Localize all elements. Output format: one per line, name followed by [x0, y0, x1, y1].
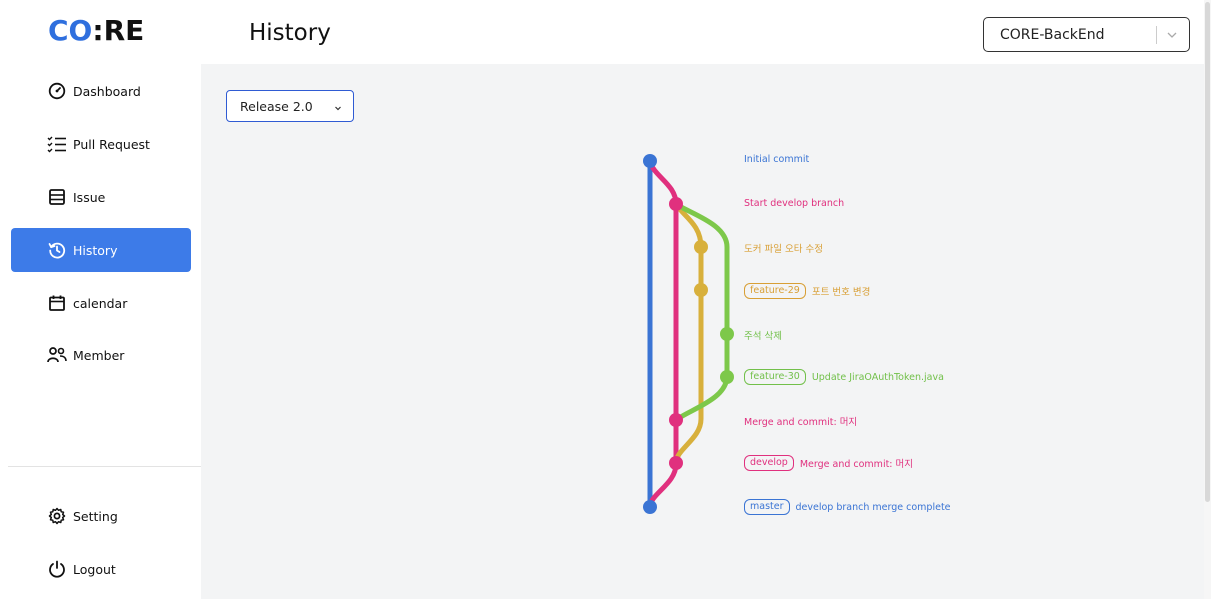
commit-message: Merge and commit: 머지 [799, 459, 914, 470]
power-icon [47, 559, 67, 579]
sidebar-item-label: Pull Request [73, 136, 150, 152]
commit-row[interactable]: feature-30 Update JiraOAuthToken.java [744, 369, 944, 385]
scrollbar-thumb[interactable] [1205, 2, 1210, 502]
sidebar: CO:RE Dashboard Pull Request Issue Histo… [0, 0, 201, 599]
sidebar-item-history[interactable]: History [11, 228, 191, 272]
commit-row[interactable]: Initial commit [744, 154, 809, 165]
commit-dot [669, 456, 683, 470]
commit-row[interactable]: 주석 삭제 [744, 328, 782, 342]
page-title: History [249, 20, 331, 46]
gear-icon [47, 506, 67, 526]
sidebar-item-label: Logout [73, 561, 116, 577]
members-icon [47, 345, 67, 365]
logo-re: RE [103, 14, 145, 47]
commit-row[interactable]: develop Merge and commit: 머지 [744, 455, 913, 471]
chevron-down-icon [1165, 28, 1179, 42]
sidebar-divider [8, 466, 201, 467]
branch-tag: feature-29 [744, 283, 806, 299]
branch-tag: feature-30 [744, 369, 806, 385]
commit-dot [669, 197, 683, 211]
commit-dot [720, 327, 734, 341]
sidebar-item-calendar[interactable]: calendar [11, 281, 191, 325]
commit-message: develop branch merge complete [795, 501, 951, 513]
sidebar-item-issue[interactable]: Issue [11, 175, 191, 219]
sidebar-item-label: Setting [73, 508, 118, 524]
commit-dot [643, 500, 657, 514]
commit-message: Initial commit [744, 154, 810, 165]
page-scrollbar[interactable] [1204, 0, 1211, 599]
commit-dot [669, 413, 683, 427]
commit-row[interactable]: Merge and commit: 머지 [744, 414, 857, 428]
project-select-value: CORE-BackEnd [1000, 26, 1105, 43]
sidebar-item-member[interactable]: Member [11, 333, 191, 377]
sidebar-item-label: Dashboard [73, 83, 141, 99]
commit-graph [643, 154, 734, 514]
sidebar-item-label: calendar [73, 295, 128, 311]
sidebar-item-dashboard[interactable]: Dashboard [11, 69, 191, 113]
commit-dot [643, 154, 657, 168]
commit-message: 주석 삭제 [744, 331, 782, 342]
main-content: Release 2.0 Initial commit Start develop… [201, 64, 1204, 599]
logo-colon: : [92, 14, 104, 47]
history-icon [47, 240, 67, 260]
commit-row[interactable]: feature-29 포트 번호 변경 [744, 283, 870, 299]
header: History CORE-BackEnd [201, 0, 1211, 64]
commit-dot [694, 240, 708, 254]
checklist-icon [47, 134, 67, 154]
commit-row[interactable]: 도커 파일 오타 수정 [744, 241, 823, 255]
sidebar-item-label: Issue [73, 189, 106, 205]
branch-tag: master [744, 499, 790, 515]
commit-message: 도커 파일 오타 수정 [744, 244, 823, 255]
branch-line-develop [647, 158, 679, 510]
logo-co: CO [48, 14, 93, 47]
sidebar-item-pull-request[interactable]: Pull Request [11, 122, 191, 166]
calendar-icon [47, 293, 67, 313]
commit-message: Update JiraOAuthToken.java [811, 371, 944, 383]
commit-row[interactable]: master develop branch merge complete [744, 499, 951, 515]
project-select[interactable]: CORE-BackEnd [983, 17, 1190, 52]
commit-message: Merge and commit: 머지 [744, 417, 858, 428]
sidebar-item-logout[interactable]: Logout [11, 547, 191, 591]
branch-tag: develop [744, 455, 794, 471]
issue-icon [47, 187, 67, 207]
sidebar-item-setting[interactable]: Setting [11, 494, 191, 538]
sidebar-item-label: Member [73, 347, 125, 363]
commit-row[interactable]: Start develop branch [744, 198, 844, 209]
commit-message: Start develop branch [744, 198, 845, 209]
project-select-separator [1156, 26, 1157, 44]
commit-dot [694, 283, 708, 297]
logo: CO:RE [48, 14, 144, 47]
commit-message: 포트 번호 변경 [811, 287, 871, 298]
sidebar-item-label: History [73, 242, 118, 258]
gauge-icon [47, 81, 67, 101]
commit-dot [720, 370, 734, 384]
